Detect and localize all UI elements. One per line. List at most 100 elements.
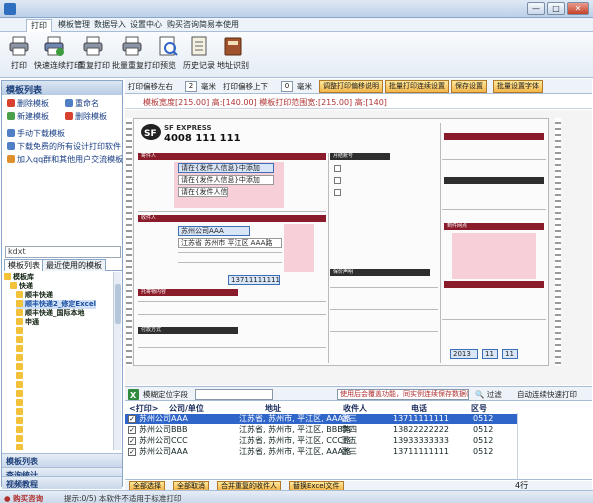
tree-item[interactable] xyxy=(16,372,25,381)
tree-item-label: 申通 xyxy=(25,318,39,326)
tree-item[interactable] xyxy=(16,408,25,417)
template-canvas[interactable]: SF SF EXPRESS 4008 111 111 寄件人 请在{发件人信息}… xyxy=(125,110,592,385)
receiver-phone-field[interactable]: 13711111111 xyxy=(228,275,280,285)
row-checkbox[interactable]: ✓ xyxy=(128,437,136,445)
template-search-input[interactable]: kdxt xyxy=(5,246,121,258)
column-divider xyxy=(440,123,441,363)
day-field[interactable]: 11 xyxy=(502,349,518,359)
menu-tab-templates[interactable]: 模板管理 xyxy=(54,19,94,32)
tree-item[interactable]: 快递 xyxy=(10,282,33,291)
template-icon xyxy=(16,390,23,397)
filter-field-select[interactable] xyxy=(195,389,273,400)
nav-template-list[interactable]: 模板列表 xyxy=(2,453,122,467)
tree-item-label: 顺丰快递_国际本地 xyxy=(25,309,85,317)
tree-item[interactable] xyxy=(16,399,25,408)
filter-value-input[interactable]: 使用后会覆盖功能，同实例连续保存数据(公司) xyxy=(337,389,469,400)
tree-item[interactable] xyxy=(16,426,25,435)
auto-continuous-label[interactable]: 自动连续快速打印 xyxy=(517,389,577,400)
tree-item[interactable] xyxy=(16,336,25,345)
sender-company-field[interactable]: 请在{发件人信息}中添加 xyxy=(178,175,274,185)
cell-company: 苏州公司CCC xyxy=(139,436,188,445)
sender-address-field[interactable]: 请在{发件人信息}中添加 xyxy=(178,187,228,197)
tree-item[interactable] xyxy=(16,435,25,444)
receiver-company-field[interactable]: 苏州公司AAA xyxy=(178,226,250,236)
address-recognize-button[interactable]: 地址识别 xyxy=(217,35,249,75)
new-template-link[interactable]: 新建模板 xyxy=(7,111,49,122)
reprint-button[interactable]: 重复打印 xyxy=(78,35,110,75)
tab-recent-templates[interactable]: 最近使用的模板 xyxy=(42,259,106,271)
chat-icon: ● xyxy=(4,494,11,503)
column-header-print: <打印> xyxy=(129,404,159,413)
menu-tab-import[interactable]: 数据导入 xyxy=(90,19,130,32)
tree-item[interactable]: 申通 xyxy=(16,318,39,327)
nav-video-tutorial[interactable]: 视频教程 xyxy=(2,476,122,489)
batch-font-button[interactable]: 批量设置字体 xyxy=(493,80,543,93)
template-icon xyxy=(16,354,23,361)
tree-item[interactable] xyxy=(16,381,25,390)
download-software-link[interactable]: 下载免费的所有设计打印软件 xyxy=(7,141,121,152)
table-row[interactable]: ✓ 苏州公司CCC 江苏省, 苏州市, 平江区, CCC路 王五 13933333333… xyxy=(125,436,517,446)
tree-item[interactable]: 顺丰快递_国际本地 xyxy=(16,309,85,318)
tree-item[interactable] xyxy=(16,363,25,372)
batch-reprint-button[interactable]: 批量重复打印 xyxy=(112,35,160,75)
tree-item-label: 快递 xyxy=(19,282,33,290)
row-checkbox[interactable]: ✓ xyxy=(128,448,136,456)
preview-button[interactable]: 预览 xyxy=(157,35,179,75)
download-icon xyxy=(7,129,15,137)
tree-item[interactable]: 模板库 xyxy=(4,273,34,282)
table-row[interactable]: ✓ 苏州公司AAA 江苏省, 苏州市, 平江区, AAA路 张三 13711111111… xyxy=(125,414,517,424)
template-icon xyxy=(16,327,23,334)
tree-item[interactable] xyxy=(16,417,25,426)
download-template-link[interactable]: 手动下载模板 xyxy=(7,128,65,139)
quick-print-button[interactable]: 快速连续打印 xyxy=(34,35,82,75)
cell-phone: 13711111111 xyxy=(393,447,449,456)
service-checkbox[interactable] xyxy=(334,165,341,172)
scrollbar-thumb[interactable] xyxy=(115,284,121,324)
divider xyxy=(138,347,326,348)
rename-template-link[interactable]: 重命名 xyxy=(65,98,99,109)
join-qq-group-link[interactable]: 加入qq群和其他用户交流模板 xyxy=(7,154,123,165)
save-settings-button[interactable]: 保存设置 xyxy=(451,80,487,93)
tree-item[interactable] xyxy=(16,354,25,363)
menu-tab-settings[interactable]: 设置中心 xyxy=(126,19,166,32)
month-field[interactable]: 11 xyxy=(482,349,498,359)
tree-item[interactable]: 顺丰快递 xyxy=(16,291,53,300)
menu-tab-purchase[interactable]: 购买咨询简易本使用 xyxy=(163,19,243,32)
minimize-button[interactable]: — xyxy=(527,2,545,15)
add-icon xyxy=(7,112,15,120)
tree-item[interactable]: 顺丰快递2_修定Excel xyxy=(16,300,96,309)
delete-template-link-1[interactable]: 删除模板 xyxy=(7,98,49,109)
download-icon xyxy=(7,142,15,150)
delete-template-link-2[interactable]: 删除模板 xyxy=(65,111,107,122)
row-checkbox[interactable]: ✓ xyxy=(128,426,136,434)
offset-help-button[interactable]: 调整打印偏移说明 xyxy=(319,80,383,93)
table-row[interactable]: ✓ 苏州公司BBB 江苏省, 苏州市, 平江区, BBB路 李四 13822222222… xyxy=(125,425,517,435)
address-recognize-label: 地址识别 xyxy=(217,61,249,70)
close-button[interactable]: ✕ xyxy=(567,2,589,15)
template-tree-scrollbar[interactable] xyxy=(113,272,121,450)
table-row[interactable]: ✓ 苏州公司AAA 江苏省, 苏州市, 平江区, AAA路 张三 13711111111… xyxy=(125,447,517,457)
column-header-address: 地址 xyxy=(265,404,281,413)
tree-item[interactable] xyxy=(16,444,25,450)
tree-item[interactable] xyxy=(16,390,25,399)
batch-continuous-button[interactable]: 批量打印连续设置 xyxy=(385,80,449,93)
tree-item[interactable] xyxy=(16,345,25,354)
purchase-consult-link[interactable]: ● 购买咨询 xyxy=(4,493,43,503)
receiver-address-field[interactable]: 江苏省 苏州市 平江区 AAA路 xyxy=(178,238,282,248)
service-checkbox[interactable] xyxy=(334,189,341,196)
maximize-button[interactable]: □ xyxy=(547,2,565,15)
print-button[interactable]: 打印 xyxy=(6,35,32,75)
tree-item[interactable] xyxy=(16,327,25,336)
payment-header-bar: 付款方式 xyxy=(138,327,238,334)
template-icon xyxy=(16,372,23,379)
sender-name-field[interactable]: 请在{发件人信息}中添加 xyxy=(178,163,274,173)
offset-y-input[interactable]: 0 xyxy=(281,81,293,92)
menu-tab-print[interactable]: 打印 xyxy=(26,19,52,32)
year-field[interactable]: 2013 xyxy=(450,349,478,359)
tab-template-list[interactable]: 模板列表 xyxy=(4,259,44,271)
row-checkbox[interactable]: ✓ xyxy=(128,415,136,423)
history-button[interactable]: 历史记录 xyxy=(183,35,215,75)
filter-button[interactable]: 🔍 过滤 xyxy=(475,389,502,400)
service-checkbox[interactable] xyxy=(334,177,341,184)
offset-x-input[interactable]: 2 xyxy=(185,81,197,92)
